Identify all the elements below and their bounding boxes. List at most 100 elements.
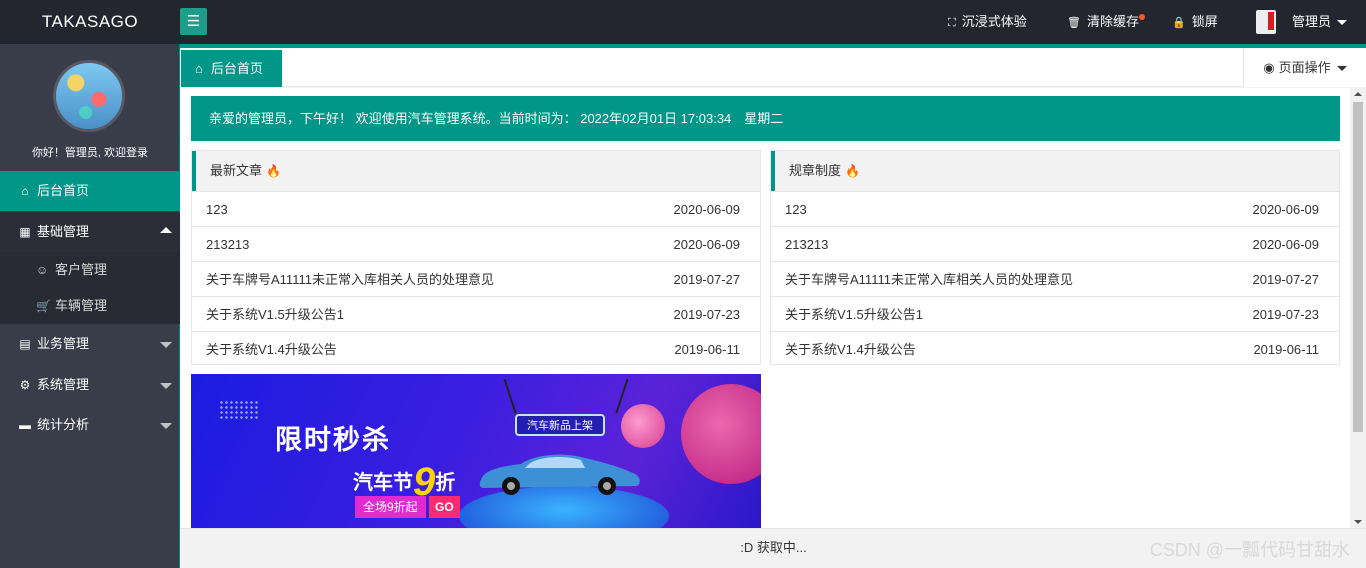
article-title: 关于车牌号A11111未正常入库相关人员的处理意见 (785, 272, 1073, 287)
fire-icon: 🔥 (845, 164, 860, 178)
immersive-label: 沉浸式体验 (961, 14, 1027, 29)
promo-go-button[interactable]: GO (429, 496, 460, 518)
article-date: 2019-07-27 (673, 272, 741, 287)
page-operations-dropdown[interactable]: ◉ 页面操作 (1243, 48, 1366, 87)
cart-icon: 🛒 (36, 299, 51, 313)
hamburger-icon[interactable]: ☰ (180, 8, 207, 35)
list-item[interactable]: 213213 2020-06-09 (192, 226, 760, 261)
tag-chain (615, 378, 629, 414)
latest-articles-panel: 最新文章 🔥 123 2020-06-09 213213 2020-06-09 关于车… (191, 150, 761, 365)
lock-button[interactable]: 🔒 锁屏 (1172, 0, 1218, 44)
article-date: 2019-06-11 (1253, 342, 1319, 357)
clear-cache-button[interactable]: 🗑 清除缓存 (1067, 0, 1145, 44)
car-image (479, 454, 640, 495)
promo-sub-suffix: 折 (435, 472, 456, 494)
watermark: CSDN @一瓢代码甘甜水 (1149, 540, 1350, 560)
chevron-down-icon (1337, 20, 1348, 26)
book-icon: ▤ (19, 337, 31, 351)
chevron-down-icon (160, 342, 172, 348)
decor-sphere (681, 384, 761, 484)
notification-dot (1138, 14, 1145, 20)
decor-sphere (621, 404, 665, 448)
admin-label: 管理员 (1292, 14, 1332, 29)
list-item[interactable]: 123 2020-06-09 (192, 191, 760, 226)
sidebar-item-label: 系统管理 (37, 377, 90, 392)
list-item[interactable]: 关于系统V1.4升级公告 2019-06-11 (192, 331, 760, 366)
article-title: 123 (206, 202, 228, 217)
tab-home[interactable]: ⌂ 后台首页 (181, 50, 282, 87)
target-icon: ◉ (1263, 60, 1275, 75)
article-date: 2020-06-09 (673, 202, 741, 217)
top-header: TAKASAGO ☰ ⛶ 沉浸式体验 🗑 清除缓存 🔒 锁屏 管理员 (0, 0, 1366, 44)
sidebar-item-customers[interactable]: ☺ 客户管理 (0, 252, 180, 288)
regulations-panel: 规章制度 🔥 123 2020-06-09 213213 2020-06-09 关于车… (770, 150, 1340, 365)
dot-pattern (219, 400, 259, 420)
article-title: 关于系统V1.5升级公告1 (206, 307, 344, 322)
sidebar-item-label: 后台首页 (37, 183, 90, 198)
article-date: 2020-06-09 (1252, 202, 1320, 217)
sidebar-item-system[interactable]: ⚙ 系统管理 (0, 365, 180, 405)
home-icon: ⌂ (195, 61, 203, 76)
list-item[interactable]: 关于系统V1.4升级公告 2019-06-11 (771, 331, 1339, 366)
article-title: 关于车牌号A11111未正常入库相关人员的处理意见 (206, 272, 494, 287)
tag-chain (503, 378, 517, 414)
chevron-down-icon (160, 423, 172, 429)
avatar[interactable] (1256, 10, 1276, 34)
article-title: 关于系统V1.5升级公告1 (785, 307, 923, 322)
article-title: 213213 (785, 237, 829, 252)
scroll-up-arrow-icon[interactable] (1354, 92, 1362, 96)
sidebar-item-vehicles[interactable]: 🛒 车辆管理 (0, 288, 180, 324)
sidebar-item-statistics[interactable]: ▬ 统计分析 (0, 405, 180, 445)
lock-icon: 🔒 (1172, 17, 1186, 29)
home-icon: ⌂ (21, 184, 29, 198)
article-date: 2019-07-23 (673, 307, 741, 322)
list-item[interactable]: 关于车牌号A11111未正常入库相关人员的处理意见 2019-07-27 (192, 261, 760, 296)
list-item[interactable]: 213213 2020-06-09 (771, 226, 1339, 261)
sidebar-item-label: 客户管理 (55, 262, 108, 277)
clear-cache-label: 清除缓存 (1086, 14, 1139, 29)
immersive-button[interactable]: ⛶ 沉浸式体验 (948, 0, 1027, 44)
welcome-text: 你好！管理员, 欢迎登录 (31, 147, 149, 159)
list-item[interactable]: 关于系统V1.5升级公告1 2019-07-23 (192, 296, 760, 331)
chevron-down-icon (1336, 66, 1347, 72)
article-title: 123 (785, 202, 807, 217)
promo-banner[interactable]: 汽车新品上架 限时秒杀 汽车节9折 全场9折起 GO (191, 374, 761, 528)
sidebar-item-label: 车辆管理 (55, 298, 108, 313)
profile-block: 你好！管理员, 欢迎登录 (0, 44, 179, 171)
panel-title: 最新文章 🔥 (192, 151, 760, 191)
list-item[interactable]: 关于车牌号A11111未正常入库相关人员的处理意见 2019-07-27 (771, 261, 1339, 296)
panel-title-label: 规章制度 (789, 163, 842, 178)
scroll-down-arrow-icon[interactable] (1354, 520, 1362, 524)
profile-avatar[interactable] (53, 60, 125, 132)
sidebar-item-label: 统计分析 (37, 417, 90, 432)
trash-icon: 🗑 (1067, 17, 1081, 29)
content-scrollbar[interactable] (1350, 88, 1366, 528)
scroll-thumb[interactable] (1353, 102, 1363, 432)
article-title: 关于系统V1.4升级公告 (785, 342, 916, 357)
fire-icon: 🔥 (266, 164, 281, 178)
promo-sub-prefix: 汽车节 (353, 472, 413, 494)
chevron-up-icon (160, 227, 172, 233)
promo-pill: 全场9折起 (355, 496, 426, 518)
admin-menu[interactable]: 管理员 (1292, 0, 1348, 44)
lock-label: 锁屏 (1191, 14, 1218, 29)
tab-bar: ⌂ 后台首页 ◉ 页面操作 (181, 48, 1366, 87)
sidebar-item-label: 基础管理 (37, 224, 90, 239)
fullscreen-icon: ⛶ (948, 17, 956, 29)
welcome-notice: 亲爱的管理员，下午好！ 欢迎使用汽车管理系统。当前时间为： 2022年02月01… (191, 96, 1340, 141)
sidebar-item-home[interactable]: ⌂ 后台首页 (0, 171, 180, 211)
article-title: 关于系统V1.4升级公告 (206, 342, 337, 357)
panel-title: 规章制度 🔥 (771, 151, 1339, 191)
article-title: 213213 (206, 237, 250, 252)
promo-title: 限时秒杀 (275, 425, 391, 455)
list-item[interactable]: 123 2020-06-09 (771, 191, 1339, 226)
app-logo[interactable]: TAKASAGO (0, 0, 180, 44)
list-item[interactable]: 关于系统V1.5升级公告1 2019-07-23 (771, 296, 1339, 331)
tab-home-label: 后台首页 (210, 61, 263, 76)
chevron-down-icon (160, 383, 172, 389)
sidebar-item-basic[interactable]: ▦ 基础管理 (0, 212, 180, 252)
article-date: 2019-07-27 (1252, 272, 1320, 287)
article-date: 2019-07-23 (1252, 307, 1320, 322)
grid-icon: ▦ (19, 225, 31, 239)
sidebar-item-business[interactable]: ▤ 业务管理 (0, 324, 180, 364)
